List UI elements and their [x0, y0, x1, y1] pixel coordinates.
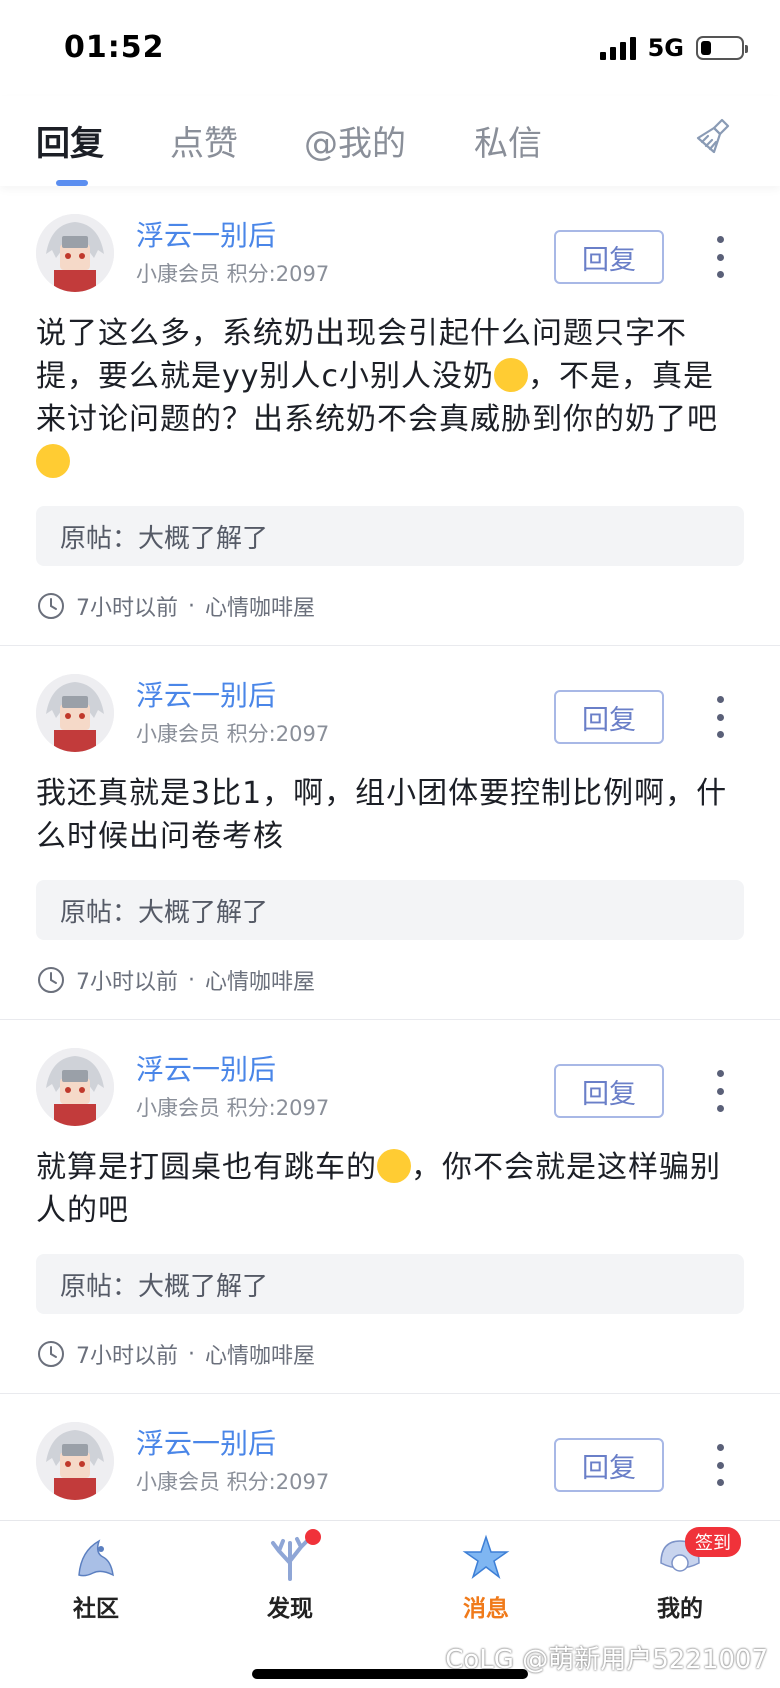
separator-dot: · [188, 1341, 195, 1367]
reply-content: 我还真就是3比1，啊，组小团体要控制比例啊，什么时候出问卷考核 [36, 776, 728, 854]
message-tabs: 回复 点赞 @我的 私信 [0, 96, 780, 186]
more-options-icon[interactable] [714, 1444, 726, 1486]
profile-icon: 签到 [655, 1527, 741, 1583]
tab-replies[interactable]: 回复 [36, 116, 104, 165]
clock-icon [38, 1341, 64, 1367]
separator-dot: · [188, 967, 195, 993]
reply-content: 说了这么多，系统奶出现会引起什么问题只字不提，要么就是yy别人c小别人没奶 ，不是… [36, 300, 744, 484]
signal-icon [599, 36, 636, 60]
rofl-emoji-icon [494, 358, 529, 392]
tab-private-messages[interactable]: 私信 [474, 116, 542, 165]
username[interactable]: 浮云一别后 [136, 1422, 276, 1462]
more-options-icon[interactable] [714, 1070, 726, 1112]
reply-item[interactable]: 浮云一别后 小康会员 积分:2097 回复 说了这么多，系统奶出现会引起什么问题… [0, 186, 780, 646]
reply-item[interactable]: 浮云一别后 小康会员 积分:2097 回复 就算是打圆桌也有跳车的 ，你不会就是这… [0, 1020, 780, 1394]
reply-footer: 7小时以前 · 心情咖啡屋 [36, 566, 744, 646]
tab-mentions[interactable]: @我的 [304, 116, 406, 165]
nav-profile[interactable]: 签到 我的 [610, 1527, 750, 1623]
nav-label: 社区 [73, 1596, 119, 1622]
username[interactable]: 浮云一别后 [136, 214, 276, 254]
reply-time: 7小时以前 [76, 596, 178, 621]
reply-button[interactable]: 回复 [554, 1064, 664, 1118]
board-name[interactable]: 心情咖啡屋 [205, 964, 315, 996]
home-indicator[interactable] [252, 1669, 528, 1679]
status-indicators: 5G [599, 34, 748, 62]
user-meta: 小康会员 积分:2097 [136, 722, 330, 746]
board-name[interactable]: 心情咖啡屋 [205, 590, 315, 622]
nav-discover[interactable]: 发现 [220, 1529, 360, 1623]
reply-button[interactable]: 回复 [554, 690, 664, 744]
message-icon [462, 1534, 510, 1580]
user-meta: 小康会员 积分:2097 [136, 262, 330, 286]
nav-messages[interactable]: 消息 [416, 1533, 556, 1623]
clock-icon [38, 967, 64, 993]
tab-likes[interactable]: 点赞 [170, 116, 238, 165]
reply-time: 7小时以前 [76, 970, 178, 995]
reply-footer: 7小时以前 · 心情咖啡屋 [36, 1314, 744, 1394]
user-meta: 小康会员 积分:2097 [136, 1096, 330, 1120]
network-type: 5G [647, 34, 684, 62]
nav-label: 发现 [267, 1596, 313, 1622]
discover-icon [265, 1529, 321, 1583]
board-name[interactable]: 心情咖啡屋 [205, 1338, 315, 1370]
reply-button[interactable]: 回复 [554, 1438, 664, 1492]
hug-emoji-icon [377, 1149, 411, 1183]
username[interactable]: 浮云一别后 [136, 1048, 276, 1088]
original-post-quote[interactable]: 原帖：大概了解了 [36, 1254, 744, 1314]
more-options-icon[interactable] [714, 696, 726, 738]
bottom-navigation: 社区 发现 消息 签到 我的 CoLG @萌新用户5221007 [0, 1520, 780, 1688]
original-post-quote[interactable]: 原帖：大概了解了 [36, 506, 744, 566]
reply-footer: 7小时以前 · 心情咖啡屋 [36, 940, 744, 1020]
user-meta: 小康会员 积分:2097 [136, 1470, 330, 1494]
reply-time: 7小时以前 [76, 1344, 178, 1369]
nav-label: 消息 [463, 1596, 509, 1622]
status-time: 01:52 [64, 30, 165, 65]
avatar[interactable] [36, 1422, 114, 1500]
avatar[interactable] [36, 674, 114, 752]
original-post-quote[interactable]: 原帖：大概了解了 [36, 880, 744, 940]
reply-item[interactable]: 浮云一别后 小康会员 积分:2097 回复 [0, 1394, 780, 1524]
avatar[interactable] [36, 214, 114, 292]
more-options-icon[interactable] [714, 236, 726, 278]
check-in-badge[interactable]: 签到 [685, 1527, 741, 1557]
reply-item[interactable]: 浮云一别后 小康会员 积分:2097 回复 我还真就是3比1，啊，组小团体要控制… [0, 646, 780, 1020]
separator-dot: · [188, 593, 195, 619]
nav-community[interactable]: 社区 [26, 1533, 166, 1623]
battery-icon [696, 36, 748, 60]
active-tab-indicator [56, 180, 88, 186]
reply-content: 就算是打圆桌也有跳车的 ，你不会就是这样骗别人的吧 [36, 1149, 721, 1228]
notification-dot [305, 1529, 321, 1545]
community-icon [78, 1539, 114, 1577]
nav-label: 我的 [657, 1596, 703, 1622]
reply-button[interactable]: 回复 [554, 230, 664, 284]
status-bar: 01:52 5G [0, 0, 780, 96]
clock-icon [38, 593, 64, 619]
reply-list: 浮云一别后 小康会员 积分:2097 回复 说了这么多，系统奶出现会引起什么问题… [0, 186, 780, 1524]
broom-icon[interactable] [692, 116, 736, 160]
rofl-emoji-icon [36, 444, 70, 478]
username[interactable]: 浮云一别后 [136, 674, 276, 714]
avatar[interactable] [36, 1048, 114, 1126]
